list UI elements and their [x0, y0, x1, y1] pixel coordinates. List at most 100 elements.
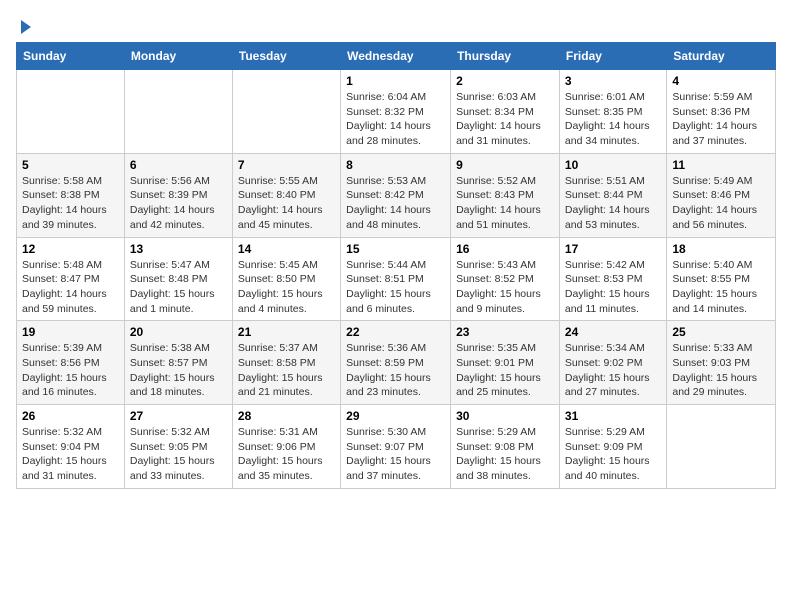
day-info: Sunrise: 6:04 AMSunset: 8:32 PMDaylight:… [346, 90, 445, 149]
day-cell: 18Sunrise: 5:40 AMSunset: 8:55 PMDayligh… [667, 237, 776, 321]
day-info: Sunrise: 5:39 AMSunset: 8:56 PMDaylight:… [22, 341, 119, 400]
day-info: Sunrise: 5:31 AMSunset: 9:06 PMDaylight:… [238, 425, 335, 484]
day-info: Sunrise: 5:48 AMSunset: 8:47 PMDaylight:… [22, 258, 119, 317]
week-row-2: 5 Sunrise: 5:58 AMSunset: 8:38 PMDaylight… [17, 153, 776, 237]
day-cell: 12 Sunrise: 5:48 AMSunset: 8:47 PMDayligh… [17, 237, 125, 321]
week-row-5: 26 Sunrise: 5:32 AMSunset: 9:04 PMDayligh… [17, 405, 776, 489]
day-number: 10 [565, 158, 661, 172]
day-number: 1 [346, 74, 445, 88]
col-header-saturday: Saturday [667, 43, 776, 70]
day-number: 14 [238, 242, 335, 256]
day-cell: 2 Sunrise: 6:03 AMSunset: 8:34 PMDaylight… [451, 70, 560, 154]
day-cell: 16 Sunrise: 5:43 AMSunset: 8:52 PMDayligh… [451, 237, 560, 321]
day-cell: 9Sunrise: 5:52 AMSunset: 8:43 PMDaylight… [451, 153, 560, 237]
day-number: 8 [346, 158, 445, 172]
col-header-tuesday: Tuesday [232, 43, 340, 70]
col-header-wednesday: Wednesday [341, 43, 451, 70]
day-number: 16 [456, 242, 554, 256]
day-number: 21 [238, 325, 335, 339]
day-number: 24 [565, 325, 661, 339]
logo-arrow-icon [21, 20, 31, 34]
day-number: 29 [346, 409, 445, 423]
col-header-friday: Friday [559, 43, 666, 70]
col-header-thursday: Thursday [451, 43, 560, 70]
day-cell: 8 Sunrise: 5:53 AMSunset: 8:42 PMDaylight… [341, 153, 451, 237]
day-number: 7 [238, 158, 335, 172]
day-cell: 5 Sunrise: 5:58 AMSunset: 8:38 PMDaylight… [17, 153, 125, 237]
day-info: Sunrise: 5:30 AMSunset: 9:07 PMDaylight:… [346, 425, 445, 484]
day-info: Sunrise: 5:29 AMSunset: 9:09 PMDaylight:… [565, 425, 661, 484]
day-info: Sunrise: 5:58 AMSunset: 8:38 PMDaylight:… [22, 174, 119, 233]
day-info: Sunrise: 5:47 AMSunset: 8:48 PMDaylight:… [130, 258, 227, 317]
day-info: Sunrise: 5:36 AMSunset: 8:59 PMDaylight:… [346, 341, 445, 400]
day-info: Sunrise: 5:42 AMSunset: 8:53 PMDaylight:… [565, 258, 661, 317]
day-number: 23 [456, 325, 554, 339]
day-cell: 10 Sunrise: 5:51 AMSunset: 8:44 PMDayligh… [559, 153, 666, 237]
day-cell: 6Sunrise: 5:56 AMSunset: 8:39 PMDaylight… [124, 153, 232, 237]
day-cell: 19 Sunrise: 5:39 AMSunset: 8:56 PMDayligh… [17, 321, 125, 405]
day-info: Sunrise: 6:03 AMSunset: 8:34 PMDaylight:… [456, 90, 554, 149]
week-row-3: 12 Sunrise: 5:48 AMSunset: 8:47 PMDayligh… [17, 237, 776, 321]
day-cell [124, 70, 232, 154]
day-info: Sunrise: 5:33 AMSunset: 9:03 PMDaylight:… [672, 341, 770, 400]
day-number: 11 [672, 158, 770, 172]
day-cell: 17 Sunrise: 5:42 AMSunset: 8:53 PMDayligh… [559, 237, 666, 321]
day-cell: 25 Sunrise: 5:33 AMSunset: 9:03 PMDayligh… [667, 321, 776, 405]
day-cell: 15 Sunrise: 5:44 AMSunset: 8:51 PMDayligh… [341, 237, 451, 321]
day-cell: 3Sunrise: 6:01 AMSunset: 8:35 PMDaylight… [559, 70, 666, 154]
day-cell [232, 70, 340, 154]
day-number: 20 [130, 325, 227, 339]
day-info: Sunrise: 5:32 AMSunset: 9:04 PMDaylight:… [22, 425, 119, 484]
day-info: Sunrise: 5:51 AMSunset: 8:44 PMDaylight:… [565, 174, 661, 233]
day-number: 2 [456, 74, 554, 88]
day-number: 26 [22, 409, 119, 423]
col-header-monday: Monday [124, 43, 232, 70]
day-info: Sunrise: 5:43 AMSunset: 8:52 PMDaylight:… [456, 258, 554, 317]
week-row-1: 1 Sunrise: 6:04 AMSunset: 8:32 PMDaylight… [17, 70, 776, 154]
day-cell: 24 Sunrise: 5:34 AMSunset: 9:02 PMDayligh… [559, 321, 666, 405]
day-info: Sunrise: 5:53 AMSunset: 8:42 PMDaylight:… [346, 174, 445, 233]
day-number: 6 [130, 158, 227, 172]
day-cell: 7 Sunrise: 5:55 AMSunset: 8:40 PMDaylight… [232, 153, 340, 237]
day-number: 25 [672, 325, 770, 339]
day-cell: 20 Sunrise: 5:38 AMSunset: 8:57 PMDayligh… [124, 321, 232, 405]
day-number: 5 [22, 158, 119, 172]
day-cell: 1 Sunrise: 6:04 AMSunset: 8:32 PMDaylight… [341, 70, 451, 154]
day-cell: 14 Sunrise: 5:45 AMSunset: 8:50 PMDayligh… [232, 237, 340, 321]
page-header [16, 16, 776, 30]
logo [16, 16, 31, 30]
day-cell: 22 Sunrise: 5:36 AMSunset: 8:59 PMDayligh… [341, 321, 451, 405]
day-cell: 30 Sunrise: 5:29 AMSunset: 9:08 PMDayligh… [451, 405, 560, 489]
day-info: Sunrise: 5:45 AMSunset: 8:50 PMDaylight:… [238, 258, 335, 317]
day-number: 31 [565, 409, 661, 423]
week-row-4: 19 Sunrise: 5:39 AMSunset: 8:56 PMDayligh… [17, 321, 776, 405]
col-header-sunday: Sunday [17, 43, 125, 70]
day-info: Sunrise: 5:29 AMSunset: 9:08 PMDaylight:… [456, 425, 554, 484]
day-info: Sunrise: 5:40 AMSunset: 8:55 PMDaylight:… [672, 258, 770, 317]
day-number: 22 [346, 325, 445, 339]
header-row: SundayMondayTuesdayWednesdayThursdayFrid… [17, 43, 776, 70]
day-cell [667, 405, 776, 489]
day-info: Sunrise: 5:38 AMSunset: 8:57 PMDaylight:… [130, 341, 227, 400]
day-number: 15 [346, 242, 445, 256]
day-number: 17 [565, 242, 661, 256]
day-number: 30 [456, 409, 554, 423]
day-info: Sunrise: 5:35 AMSunset: 9:01 PMDaylight:… [456, 341, 554, 400]
day-cell: 4Sunrise: 5:59 AMSunset: 8:36 PMDaylight… [667, 70, 776, 154]
day-info: Sunrise: 5:34 AMSunset: 9:02 PMDaylight:… [565, 341, 661, 400]
day-number: 13 [130, 242, 227, 256]
day-cell: 21Sunrise: 5:37 AMSunset: 8:58 PMDayligh… [232, 321, 340, 405]
day-cell: 31 Sunrise: 5:29 AMSunset: 9:09 PMDayligh… [559, 405, 666, 489]
day-number: 12 [22, 242, 119, 256]
calendar-table: SundayMondayTuesdayWednesdayThursdayFrid… [16, 42, 776, 489]
day-info: Sunrise: 5:55 AMSunset: 8:40 PMDaylight:… [238, 174, 335, 233]
day-cell: 27Sunrise: 5:32 AMSunset: 9:05 PMDayligh… [124, 405, 232, 489]
day-number: 19 [22, 325, 119, 339]
day-cell: 29 Sunrise: 5:30 AMSunset: 9:07 PMDayligh… [341, 405, 451, 489]
day-number: 27 [130, 409, 227, 423]
day-info: Sunrise: 5:49 AMSunset: 8:46 PMDaylight:… [672, 174, 770, 233]
day-info: Sunrise: 5:44 AMSunset: 8:51 PMDaylight:… [346, 258, 445, 317]
day-cell: 28Sunrise: 5:31 AMSunset: 9:06 PMDayligh… [232, 405, 340, 489]
day-cell: 11 Sunrise: 5:49 AMSunset: 8:46 PMDayligh… [667, 153, 776, 237]
day-cell [17, 70, 125, 154]
